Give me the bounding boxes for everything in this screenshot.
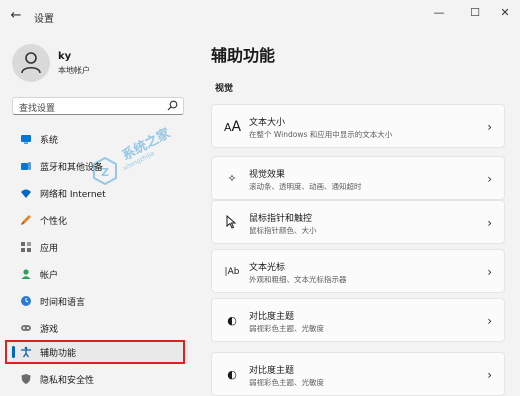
card-subtitle: 外观和粗细、文本光标指示器 (249, 275, 347, 284)
close-icon[interactable]: ✕ (490, 5, 520, 21)
brush-icon (21, 215, 31, 225)
sidebar-item-privacy[interactable]: 隐私和安全性 (10, 368, 188, 390)
chevron-right-icon: › (487, 120, 492, 134)
sidebar-item-label: 应用 (40, 244, 59, 254)
person-icon (21, 269, 31, 279)
sidebar-item-time-language[interactable]: 时间和语言 (10, 290, 188, 312)
maximize-icon[interactable]: ☐ (460, 5, 490, 21)
sidebar-item-personalization[interactable]: 个性化 (10, 209, 188, 231)
minimize-icon[interactable]: — (424, 5, 454, 21)
chevron-right-icon: › (487, 172, 492, 186)
chevron-right-icon: › (487, 368, 492, 382)
shield-icon (21, 374, 31, 384)
sidebar-item-label: 帐户 (40, 271, 59, 281)
sidebar-item-accounts[interactable]: 帐户 (10, 263, 188, 285)
search-input[interactable]: 查找设置 (12, 97, 184, 115)
sidebar-item-label: 时间和语言 (40, 298, 86, 308)
sidebar-item-label: 游戏 (40, 325, 59, 335)
avatar[interactable] (12, 44, 50, 82)
contrast-icon: ◐ (227, 368, 237, 381)
sidebar-item-apps[interactable]: 应用 (10, 236, 188, 258)
sidebar-item-label: 隐私和安全性 (40, 376, 95, 386)
setting-card-mouse-pointer[interactable]: 鼠标指针和触控 鼠标指针颜色、大小 › (211, 200, 505, 244)
title-bar: ← 设置 — ☐ ✕ (0, 0, 520, 32)
window-title: 设置 (34, 14, 54, 25)
sidebar-item-label: 蓝牙和其他设备 (40, 163, 104, 173)
card-title: 视觉效果 (249, 170, 286, 180)
card-title: 对比度主题 (249, 366, 295, 376)
card-subtitle: 滚动条、透明度、动画、通知超时 (249, 182, 362, 191)
game-controller-icon (21, 325, 31, 331)
sidebar-item-label: 网络和 Internet (40, 190, 106, 200)
back-arrow-icon[interactable]: ← (8, 8, 24, 24)
section-header: 视觉 (215, 84, 234, 94)
sidebar-item-bluetooth[interactable]: 蓝牙和其他设备 (10, 155, 188, 177)
sidebar-item-system[interactable]: 系统 (10, 128, 188, 150)
bluetooth-devices-icon (21, 162, 31, 170)
globe-clock-icon (21, 296, 31, 306)
card-subtitle: 弱视彩色主题、光敏度 (249, 324, 324, 333)
card-title: 文本大小 (249, 118, 286, 128)
sidebar-item-network[interactable]: 网络和 Internet (10, 182, 188, 204)
mouse-pointer-icon (224, 214, 240, 231)
user-account-type: 本地帐户 (58, 66, 90, 75)
card-title: 鼠标指针和触控 (249, 214, 313, 224)
monitor-icon (21, 135, 31, 144)
setting-card-text-size[interactable]: AA 文本大小 在整个 Windows 和应用中显示的文本大小 › (211, 104, 505, 148)
apps-icon (21, 242, 31, 252)
search-placeholder: 查找设置 (19, 104, 56, 114)
card-subtitle: 在整个 Windows 和应用中显示的文本大小 (249, 130, 393, 139)
sidebar-item-gaming[interactable]: 游戏 (10, 317, 188, 339)
chevron-right-icon: › (487, 265, 492, 279)
user-name: ky (58, 51, 72, 62)
sidebar-item-label: 系统 (40, 136, 59, 146)
wifi-icon (21, 189, 31, 198)
card-subtitle: 鼠标指针颜色、大小 (249, 226, 317, 235)
setting-card-contrast-themes[interactable]: ◐ 对比度主题 弱视彩色主题、光敏度 › (211, 298, 505, 342)
chevron-right-icon: › (487, 314, 492, 328)
search-icon (167, 100, 178, 111)
card-subtitle: 弱视彩色主题、光敏度 (249, 378, 324, 387)
contrast-icon: ◐ (227, 314, 237, 327)
setting-card-text-cursor[interactable]: |Ab 文本光标 外观和粗细、文本光标指示器 › (211, 249, 505, 293)
text-cursor-icon: |Ab (224, 267, 240, 277)
card-title: 对比度主题 (249, 312, 295, 322)
setting-card-contrast-themes-2[interactable]: ◐ 对比度主题 弱视彩色主题、光敏度 › (211, 352, 505, 396)
setting-card-visual-effects[interactable]: ✧ 视觉效果 滚动条、透明度、动画、通知超时 › (211, 156, 505, 200)
sparkle-icon: ✧ (227, 172, 237, 185)
card-title: 文本光标 (249, 263, 286, 273)
text-size-icon: AA (224, 119, 242, 135)
chevron-right-icon: › (487, 216, 492, 230)
page-title: 辅助功能 (211, 46, 276, 65)
person-icon (21, 52, 41, 74)
annotation-highlight-box (5, 340, 185, 364)
sidebar: ky 本地帐户 查找设置 Z 系统之家 xitongzhijia 系统 蓝牙和其… (0, 32, 196, 391)
sidebar-item-label: 个性化 (40, 217, 68, 227)
